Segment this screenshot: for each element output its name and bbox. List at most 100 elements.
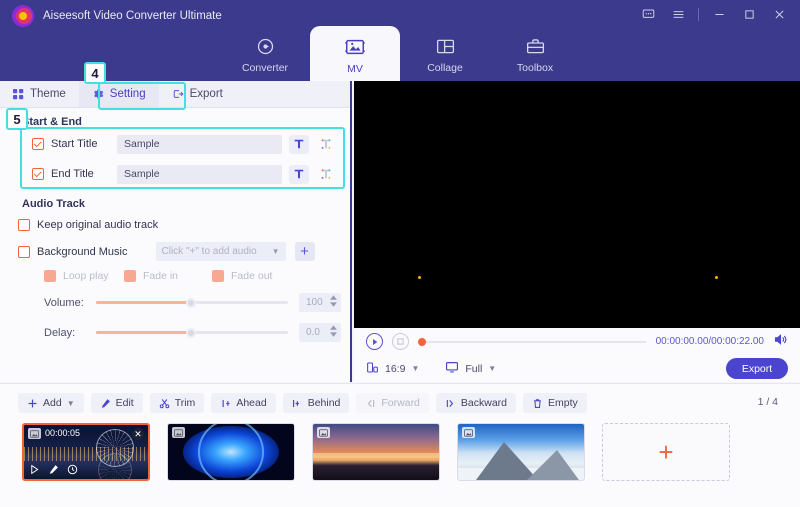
start-title-text-style-icon[interactable] <box>289 134 309 154</box>
clip-toolbar: Add ▼ Edit Trim Ahead Behind Forward Bac… <box>0 384 800 413</box>
settings-panel: Theme Setting Export Start & End Start T… <box>0 81 352 382</box>
export-icon <box>172 88 184 100</box>
volume-icon[interactable] <box>773 332 788 352</box>
annotation-badge-4: 4 <box>84 62 106 84</box>
feedback-icon[interactable] <box>635 2 661 26</box>
ahead-button[interactable]: Ahead <box>211 393 276 413</box>
volume-value: 100 <box>306 297 323 308</box>
play-icon <box>31 464 39 475</box>
fade-in-label: Fade in <box>143 270 179 282</box>
monitor-icon <box>445 360 459 377</box>
loop-play-label: Loop play <box>63 270 109 282</box>
title-bar: Aiseesoft Video Converter Ultimate Conve… <box>0 0 800 85</box>
fade-out-checkbox[interactable] <box>212 270 224 282</box>
nav-converter[interactable]: Converter <box>220 24 310 84</box>
edit-button[interactable]: Edit <box>90 393 143 413</box>
add-clip-plus-icon: + <box>658 437 674 467</box>
start-title-color-style-icon[interactable] <box>316 135 336 154</box>
stepper-arrows-icon <box>330 295 337 307</box>
nav-collage[interactable]: Collage <box>400 24 490 84</box>
add-audio-button[interactable]: + <box>294 242 315 261</box>
media-type-icon <box>172 427 185 438</box>
nav-toolbox[interactable]: Toolbox <box>490 24 580 84</box>
toolbox-icon <box>525 34 546 58</box>
remove-clip-icon[interactable]: ✕ <box>132 428 144 440</box>
stepper-arrows-icon <box>330 325 337 337</box>
aspect-ratio-value: 16:9 <box>385 362 406 375</box>
close-icon[interactable] <box>766 2 792 26</box>
delay-value: 0.0 <box>306 327 320 338</box>
menu-icon[interactable] <box>665 2 691 26</box>
start-title-input[interactable] <box>117 134 282 154</box>
background-music-select[interactable]: Click "+" to add audio ▼ <box>155 242 286 261</box>
fade-in-option[interactable]: Fade in <box>124 270 212 282</box>
loop-play-option[interactable]: Loop play <box>44 270 124 282</box>
fade-out-label: Fade out <box>231 270 273 282</box>
divider <box>698 7 699 21</box>
background-music-checkbox[interactable] <box>18 245 30 258</box>
empty-button[interactable]: Empty <box>523 393 587 413</box>
zoom-mode-select[interactable]: Full ▼ <box>445 360 496 377</box>
clip-thumbnail-2[interactable] <box>167 423 295 481</box>
clip-thumbnail-3[interactable] <box>312 423 440 481</box>
keep-original-audio-label: Keep original audio track <box>37 218 159 231</box>
tab-export[interactable]: Export <box>159 81 236 107</box>
playback-time: 00:00:00.00/00:00:22.00 <box>655 336 764 347</box>
main-navigation: Converter MV Collage Toolbox <box>220 24 580 85</box>
window-controls <box>635 2 792 26</box>
preview-dot-right <box>715 276 718 279</box>
end-title-checkbox[interactable] <box>32 168 44 180</box>
add-button-label: Add <box>43 397 62 409</box>
media-type-icon <box>317 427 330 438</box>
end-title-row: End Title <box>14 162 336 186</box>
maximize-icon[interactable] <box>736 2 762 26</box>
trim-button[interactable]: Trim <box>149 393 205 413</box>
playback-row: 00:00:00.00/00:00:22.00 <box>354 328 800 355</box>
audio-track-section-label: Audio Track <box>22 198 85 210</box>
seek-bar[interactable] <box>418 337 646 346</box>
delay-value-stepper[interactable]: 0.0 <box>299 323 341 342</box>
volume-slider[interactable] <box>96 297 288 308</box>
audio-options-row: Loop play Fade in Fade out <box>0 270 350 282</box>
app-branding: Aiseesoft Video Converter Ultimate <box>12 5 222 27</box>
loop-play-checkbox[interactable] <box>44 270 56 282</box>
forward-button-label: Forward <box>381 397 420 409</box>
end-title-input[interactable] <box>117 164 282 184</box>
nav-mv[interactable]: MV <box>310 26 400 85</box>
add-button[interactable]: Add ▼ <box>18 393 84 413</box>
panel-tabs: Theme Setting Export <box>0 81 350 108</box>
add-clip-tile[interactable]: + <box>602 423 730 481</box>
volume-value-stepper[interactable]: 100 <box>299 293 341 312</box>
fade-out-option[interactable]: Fade out <box>212 270 272 282</box>
clip-thumbnail-4[interactable] <box>457 423 585 481</box>
delay-slider[interactable] <box>96 327 288 338</box>
start-title-checkbox[interactable] <box>32 138 44 150</box>
export-button[interactable]: Export <box>726 358 788 379</box>
nav-collage-label: Collage <box>427 62 463 74</box>
mv-icon <box>344 35 366 59</box>
nav-mv-label: MV <box>347 63 363 75</box>
minimize-icon[interactable] <box>706 2 732 26</box>
behind-button[interactable]: Behind <box>282 393 350 413</box>
end-title-color-style-icon[interactable] <box>316 165 336 184</box>
video-preview[interactable] <box>354 81 800 328</box>
start-end-section-label: Start & End <box>22 116 82 128</box>
fade-in-checkbox[interactable] <box>124 270 136 282</box>
timeline-area: Add ▼ Edit Trim Ahead Behind Forward Bac… <box>0 383 800 507</box>
tab-theme[interactable]: Theme <box>0 81 79 107</box>
media-type-icon <box>28 428 41 439</box>
empty-button-label: Empty <box>548 397 578 409</box>
app-title: Aiseesoft Video Converter Ultimate <box>43 10 222 22</box>
backward-button[interactable]: Backward <box>435 393 517 413</box>
stop-icon[interactable] <box>392 333 409 350</box>
forward-button: Forward <box>356 393 429 413</box>
play-icon[interactable] <box>366 333 383 350</box>
clip-thumbnail-1[interactable]: 00:00:05 ✕ <box>22 423 150 481</box>
end-title-label: End Title <box>51 168 94 180</box>
converter-icon <box>255 34 276 58</box>
aspect-ratio-select[interactable]: 16:9 ▼ <box>366 361 419 377</box>
gear-icon <box>92 88 104 100</box>
tab-setting[interactable]: Setting <box>78 81 159 107</box>
keep-original-audio-checkbox[interactable] <box>18 218 30 231</box>
end-title-text-style-icon[interactable] <box>289 164 309 184</box>
